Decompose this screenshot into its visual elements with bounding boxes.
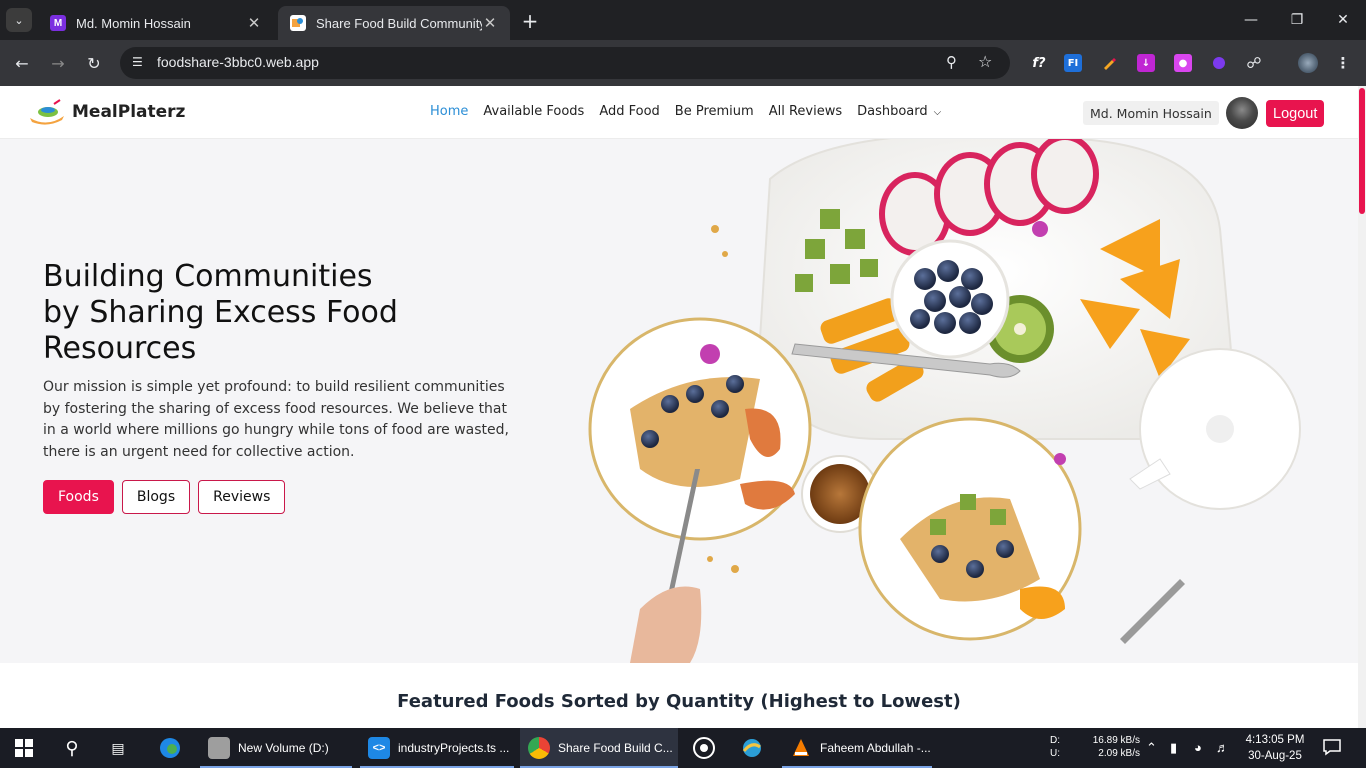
chevron-down-icon: ⌵ <box>933 107 942 118</box>
close-tab-icon[interactable]: ✕ <box>482 14 498 32</box>
chrome-icon <box>528 737 550 759</box>
reviews-button[interactable]: Reviews <box>198 480 286 514</box>
hero-buttons: Foods Blogs Reviews <box>43 480 293 514</box>
edge-icon[interactable] <box>158 736 182 760</box>
extensions-menu-icon[interactable]: ☍ <box>1245 54 1263 72</box>
site-favicon-icon <box>290 15 306 31</box>
hero-title-line: by Sharing Excess Food <box>43 295 398 330</box>
tray-chevron-up-icon[interactable]: ⌃ <box>1146 740 1157 756</box>
window-close-icon[interactable]: ✕ <box>1320 0 1366 40</box>
wifi-icon[interactable]: ◕ <box>1194 740 1202 755</box>
clock[interactable]: 4:13:05 PM 30-Aug-25 <box>1242 732 1308 764</box>
taskbar-item-new-volume[interactable]: New Volume (D:) <box>200 728 352 768</box>
search-icon[interactable]: ⚲ <box>60 736 84 760</box>
brand[interactable]: MealPlaterz <box>28 98 185 126</box>
website-viewport: MealPlaterz Home Available Foods Add Foo… <box>0 86 1366 728</box>
new-tab-icon[interactable]: + <box>518 9 542 33</box>
close-tab-icon[interactable]: ✕ <box>246 14 262 32</box>
minimize-icon[interactable]: — <box>1228 0 1274 40</box>
profile-avatar-icon[interactable] <box>1298 53 1318 73</box>
drive-icon <box>208 737 230 759</box>
browser-tab-strip: ⌄ M Md. Momin Hossain ✕ Share Food Build… <box>0 0 1366 40</box>
page-scrollbar[interactable] <box>1358 86 1366 728</box>
browser-toolbar: ← → ↻ ☰ foodshare-3bbc0.web.app ⚲ ☆ f? F… <box>0 40 1366 113</box>
user-avatar[interactable] <box>1226 97 1258 129</box>
net-speeds: 16.89 kB/s 2.09 kB/s <box>1088 734 1140 760</box>
network-app-icon[interactable] <box>740 736 764 760</box>
blogs-button[interactable]: Blogs <box>121 480 191 514</box>
download-label: D: <box>1050 735 1060 746</box>
vscode-icon: <> <box>368 737 390 759</box>
taskbar-item-label: New Volume (D:) <box>238 741 329 755</box>
taskbar-item-label: Share Food Build C... <box>558 741 673 755</box>
upload-speed: 2.09 kB/s <box>1098 748 1140 759</box>
hero-section: Building Communities by Sharing Excess F… <box>0 139 1366 663</box>
back-icon[interactable]: ← <box>10 51 34 75</box>
volume-icon[interactable]: ♬ <box>1216 740 1229 755</box>
brand-name: MealPlaterz <box>72 102 186 122</box>
foods-button[interactable]: Foods <box>43 480 114 514</box>
chat-extension-icon[interactable]: ● <box>1174 54 1192 72</box>
menu-kebab-icon[interactable]: ⋮ <box>1334 54 1352 72</box>
taskbar-item-chrome[interactable]: Share Food Build C... <box>520 728 678 768</box>
windows-start-icon[interactable] <box>12 736 36 760</box>
nav-home[interactable]: Home <box>430 104 468 119</box>
windows-taskbar: ⚲ ▤ New Volume (D:) <> industryProjects.… <box>0 728 1366 768</box>
clock-date: 30-Aug-25 <box>1248 750 1302 762</box>
nav-dashboard[interactable]: Dashboard ⌵ <box>857 104 941 119</box>
puzzle-extension-icon[interactable] <box>1210 54 1228 72</box>
featured-section: Featured Foods Sorted by Quantity (Highe… <box>0 663 1366 728</box>
taskbar-item-label: Faheem Abdullah -... <box>820 741 931 755</box>
nav-all-reviews[interactable]: All Reviews <box>769 104 842 119</box>
whatsapp-icon[interactable] <box>692 736 716 760</box>
tab-share-food[interactable]: Share Food Build Community ✕ <box>278 6 510 40</box>
hero-title: Building Communities by Sharing Excess F… <box>43 259 473 367</box>
tab-momin-hossain[interactable]: M Md. Momin Hossain ✕ <box>38 6 274 40</box>
logout-button[interactable]: Logout <box>1266 100 1325 127</box>
taskbar-item-vscode[interactable]: <> industryProjects.ts ... <box>360 728 514 768</box>
m-favicon-icon: M <box>50 15 66 31</box>
hero-description: Our mission is simple yet profound: to b… <box>43 379 509 461</box>
hero-title-line: Resources <box>43 331 197 366</box>
nav-dashboard-label: Dashboard <box>857 104 928 119</box>
address-bar[interactable]: ☰ foodshare-3bbc0.web.app ⚲ ☆ <box>120 47 1010 79</box>
fi-extension-icon[interactable]: FI <box>1064 54 1082 72</box>
vlc-icon <box>790 737 812 759</box>
featured-heading: Featured Foods Sorted by Quantity (Highe… <box>397 691 961 712</box>
brand-logo-icon <box>28 98 66 126</box>
hero-title-line: Building Communities <box>43 259 373 294</box>
bookmark-star-icon[interactable]: ☆ <box>978 52 992 71</box>
net-labels: D: U: <box>1050 734 1060 760</box>
clock-time: 4:13:05 PM <box>1245 734 1305 746</box>
notification-icon[interactable] <box>1322 738 1344 758</box>
font-extension-icon[interactable]: f? <box>1030 54 1048 72</box>
task-view-icon[interactable]: ▤ <box>106 736 130 760</box>
site-info-icon[interactable]: ☰ <box>132 55 148 71</box>
tab-title: Md. Momin Hossain <box>76 15 191 31</box>
nav-available-foods[interactable]: Available Foods <box>483 104 584 119</box>
restore-icon[interactable]: ❐ <box>1274 0 1320 40</box>
tab-title: Share Food Build Community <box>316 15 482 31</box>
download-extension-icon[interactable]: ↓ <box>1137 54 1155 72</box>
scrollbar-thumb[interactable] <box>1359 88 1365 214</box>
user-name-chip: Md. Momin Hossain <box>1083 101 1219 125</box>
zoom-icon[interactable]: ⚲ <box>946 53 957 71</box>
taskbar-item-vlc[interactable]: Faheem Abdullah -... <box>782 728 932 768</box>
nav-be-premium[interactable]: Be Premium <box>675 104 754 119</box>
taskbar-item-label: industryProjects.ts ... <box>398 741 510 755</box>
site-navbar: MealPlaterz Home Available Foods Add Foo… <box>0 86 1366 139</box>
battery-icon[interactable]: ▮ <box>1170 740 1177 756</box>
color-picker-extension-icon[interactable] <box>1100 54 1118 72</box>
upload-label: U: <box>1050 748 1060 759</box>
download-speed: 16.89 kB/s <box>1092 735 1140 746</box>
url-text[interactable]: foodshare-3bbc0.web.app <box>157 54 319 70</box>
hero-food-image <box>588 139 1301 663</box>
nav-add-food[interactable]: Add Food <box>599 104 659 119</box>
reload-icon[interactable]: ↻ <box>82 51 106 75</box>
tab-search-chevron-icon[interactable]: ⌄ <box>6 8 32 32</box>
forward-icon[interactable]: → <box>46 51 70 75</box>
main-nav: Home Available Foods Add Food Be Premium… <box>430 104 956 119</box>
